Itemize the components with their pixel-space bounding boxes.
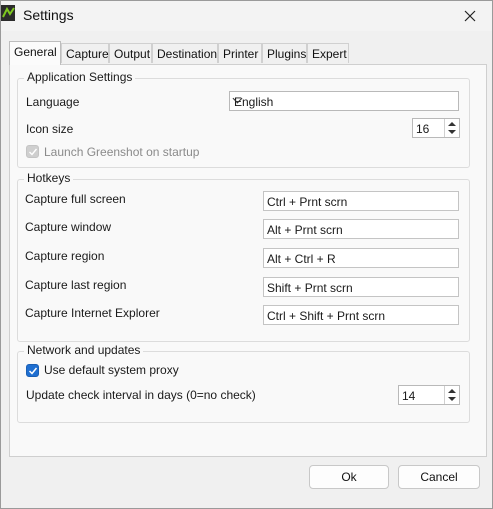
close-icon[interactable]	[448, 1, 492, 31]
hotkey-value: Ctrl + Prnt scrn	[267, 195, 348, 209]
hotkey-value: Alt + Ctrl + R	[267, 252, 336, 266]
general-tab-panel: Application Settings Language English Ic…	[9, 64, 487, 457]
hotkey-label: Capture full screen	[25, 192, 126, 206]
tab-plugins[interactable]: Plugins	[262, 43, 307, 63]
icon-size-label: Icon size	[26, 122, 74, 136]
hotkey-field-window[interactable]: Alt + Prnt scrn	[263, 219, 459, 239]
ok-button[interactable]: Ok	[309, 465, 389, 489]
hotkey-label: Capture window	[25, 220, 112, 234]
application-settings-group: Application Settings Language English Ic…	[17, 70, 470, 168]
hotkey-label: Capture Internet Explorer	[25, 306, 160, 320]
tab-printer[interactable]: Printer	[218, 43, 262, 63]
hotkey-label: Capture last region	[25, 278, 127, 292]
hotkey-value: Ctrl + Shift + Prnt scrn	[267, 309, 386, 323]
settings-window: Settings General Capture Output Destinat…	[0, 0, 493, 509]
hotkey-field-last-region[interactable]: Shift + Prnt scrn	[263, 277, 459, 297]
arrow-down-icon[interactable]	[448, 130, 456, 134]
arrow-up-icon[interactable]	[448, 122, 456, 126]
update-interval-label: Update check interval in days (0=no chec…	[26, 388, 256, 402]
hotkeys-group: Hotkeys Capture full screen Ctrl + Prnt …	[17, 171, 470, 342]
tab-destination[interactable]: Destination	[152, 43, 218, 63]
proxy-checkbox[interactable]	[26, 364, 39, 377]
language-select[interactable]: English	[229, 91, 459, 111]
hotkey-field-full-screen[interactable]: Ctrl + Prnt scrn	[263, 191, 459, 211]
greenshot-icon	[1, 5, 17, 23]
application-settings-legend: Application Settings	[24, 70, 136, 84]
title-bar: Settings	[1, 1, 492, 31]
stepper-buttons[interactable]	[444, 119, 459, 137]
update-interval-value: 14	[402, 389, 416, 403]
hotkey-value: Alt + Prnt scrn	[267, 223, 343, 237]
network-group: Network and updates Use default system p…	[17, 343, 470, 423]
language-label: Language	[26, 95, 80, 109]
arrow-up-icon[interactable]	[448, 389, 456, 393]
checkmark-icon	[29, 148, 38, 156]
startup-checkbox[interactable]	[26, 145, 39, 158]
tab-expert[interactable]: Expert	[307, 43, 349, 63]
startup-label: Launch Greenshot on startup	[44, 145, 200, 159]
update-interval-stepper[interactable]: 14	[398, 385, 460, 405]
cancel-button[interactable]: Cancel	[398, 465, 480, 489]
tab-general[interactable]: General	[9, 41, 61, 65]
tab-output[interactable]: Output	[109, 43, 152, 63]
hotkeys-legend: Hotkeys	[24, 171, 74, 185]
icon-size-value: 16	[416, 122, 430, 136]
checkmark-icon	[28, 367, 38, 375]
arrow-down-icon[interactable]	[448, 397, 456, 401]
window-title: Settings	[23, 7, 74, 23]
network-legend: Network and updates	[24, 343, 144, 357]
hotkey-label: Capture region	[25, 249, 105, 263]
stepper-buttons[interactable]	[444, 386, 459, 404]
tab-capture[interactable]: Capture	[61, 43, 109, 63]
icon-size-stepper[interactable]: 16	[412, 118, 460, 138]
hotkey-value: Shift + Prnt scrn	[267, 281, 353, 295]
hotkey-field-internet-explorer[interactable]: Ctrl + Shift + Prnt scrn	[263, 305, 459, 325]
hotkey-field-region[interactable]: Alt + Ctrl + R	[263, 248, 459, 268]
proxy-label: Use default system proxy	[44, 363, 179, 377]
